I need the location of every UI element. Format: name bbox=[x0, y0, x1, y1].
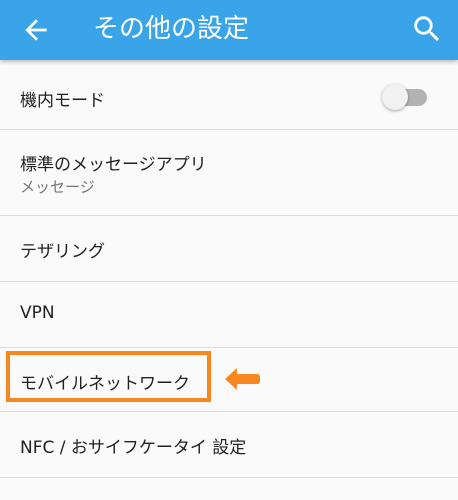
app-bar: その他の設定 bbox=[0, 0, 458, 60]
arrow-left-pointer-icon bbox=[225, 368, 260, 390]
highlight-box bbox=[6, 351, 211, 402]
setting-default-sms-app-value: メッセージ bbox=[20, 178, 95, 196]
setting-nfc-label: NFC / おサイフケータイ 設定 bbox=[20, 438, 247, 458]
setting-default-sms-app-label: 標準のメッセージアプリ bbox=[20, 155, 207, 175]
settings-list: 機内モード 標準のメッセージアプリ メッセージ テザリング VPN モバイルネッ… bbox=[0, 62, 458, 478]
airplane-mode-toggle-thumb[interactable] bbox=[382, 84, 408, 110]
setting-vpn-label: VPN bbox=[20, 303, 55, 323]
setting-airplane-mode[interactable]: 機内モード bbox=[0, 62, 458, 130]
arrow-left-icon[interactable] bbox=[20, 14, 52, 46]
setting-vpn[interactable]: VPN bbox=[0, 282, 458, 348]
setting-nfc[interactable]: NFC / おサイフケータイ 設定 bbox=[0, 412, 458, 478]
setting-tethering[interactable]: テザリング bbox=[0, 216, 458, 282]
setting-airplane-mode-label: 機内モード bbox=[20, 91, 105, 111]
search-icon[interactable] bbox=[410, 12, 444, 46]
page-title: その他の設定 bbox=[93, 14, 250, 44]
setting-tethering-label: テザリング bbox=[20, 242, 105, 262]
other-settings-screen: その他の設定 機内モード 標準のメッセージアプリ メッセージ テザリング VPN… bbox=[0, 0, 458, 500]
setting-default-sms-app[interactable]: 標準のメッセージアプリ メッセージ bbox=[0, 130, 458, 216]
